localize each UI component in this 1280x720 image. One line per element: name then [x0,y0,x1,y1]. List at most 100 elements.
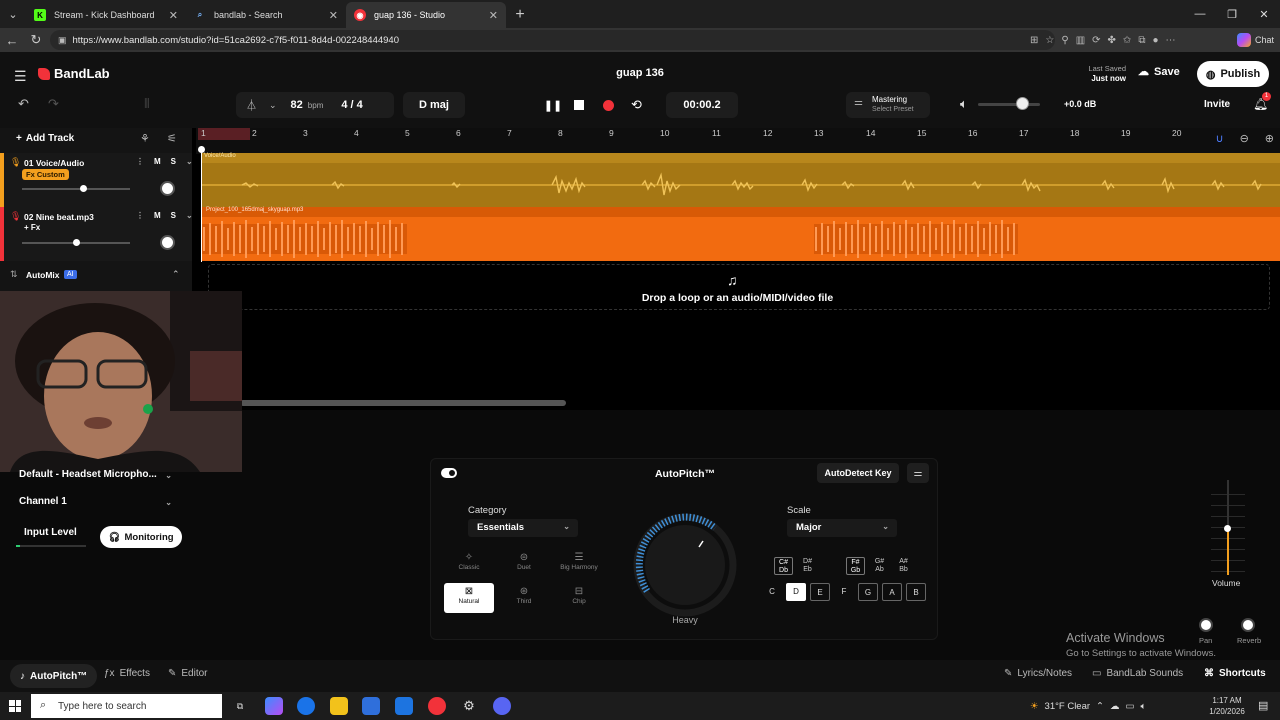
outlook-icon[interactable] [395,697,413,715]
collections-icon[interactable]: ⧉ [1138,35,1145,46]
playhead-line[interactable] [201,146,202,262]
track-header-beat[interactable]: 🎙︎ 02 Nine beat.mp3 ⋮ M S ⌄ + Fx [0,207,193,261]
back-arrow-icon[interactable]: ← [0,33,24,48]
extension-icon[interactable]: ⚲ [1061,35,1068,46]
close-window-icon[interactable]: ✕ [1248,0,1280,28]
key-e[interactable]: E [810,583,830,601]
track-pan-knob[interactable] [160,235,175,250]
category-select[interactable]: Essentials ⌄ [468,519,578,537]
autodetect-key-button[interactable]: AutoDetect Key [817,463,899,483]
autopitch-toggle[interactable] [441,468,457,478]
key-b[interactable]: B [906,583,926,601]
tray-chevron-icon[interactable]: ⌃ [1096,701,1104,712]
expand-chevron-icon[interactable]: ⌄ [186,157,193,166]
shortcuts-button[interactable]: ⌘ Shortcuts [1204,668,1266,679]
new-tab-plus-icon[interactable]: + [506,2,534,28]
scale-select[interactable]: Major ⌄ [787,519,897,537]
add-fx-button[interactable]: + Fx [24,223,40,232]
preset-classic[interactable]: ✧ Classic [444,549,494,579]
audio-clip-beat[interactable]: Project_100_165dmaj_skyguap.mp3 [202,207,1280,261]
edge-browser-icon[interactable] [297,697,315,715]
more-menu-icon[interactable]: ⋯ [1166,35,1176,46]
key-g[interactable]: G [858,583,878,601]
refresh-page-icon[interactable]: ⟳ [1092,35,1100,46]
file-explorer-icon[interactable] [330,697,348,715]
metronome-icon[interactable]: ⏃ [246,97,257,113]
stop-icon[interactable] [574,100,584,110]
track-volume-slider[interactable] [22,188,130,190]
discord-icon[interactable] [493,697,511,715]
bandlab-logo[interactable]: BandLab [38,66,110,81]
key-f-sharp[interactable]: F# Gb [846,557,865,575]
preset-big-harmony[interactable]: ☰ Big Harmony [554,549,604,579]
master-volume-slider[interactable] [978,103,1040,106]
profile-avatar-icon[interactable]: ● [1152,35,1158,46]
track-volume-handle[interactable] [80,185,87,192]
collapse-chevron-icon[interactable]: ⌃ [172,269,180,280]
url-field[interactable]: ▣ https://www.bandlab.com/studio?id=51ca… [50,30,1055,50]
weather-text[interactable]: 31°F Clear [1045,701,1091,712]
tuner-icon[interactable]: ⚘ [140,132,150,145]
preset-chip[interactable]: ⊟ Chip [554,583,604,613]
tab-actions-chevron-icon[interactable]: ⌄ [0,0,26,28]
extensions-puzzle-icon[interactable]: ✤ [1108,35,1116,46]
split-screen-icon[interactable]: ▥ [1076,35,1085,46]
maximize-icon[interactable]: ❐ [1216,0,1248,28]
track-menu-icon[interactable]: ⋮ [136,157,144,166]
key-a[interactable]: A [882,583,902,601]
track-menu-icon[interactable]: ⋮ [136,211,144,220]
save-button[interactable]: ☁ Save [1138,65,1180,79]
mute-button[interactable]: M [154,157,161,166]
mastering-button[interactable]: ⚌ Mastering Select Preset [846,92,930,118]
settings-gear-icon[interactable]: ⚙ [460,697,478,715]
volume-fader-handle[interactable] [1224,525,1231,532]
track-name[interactable]: 02 Nine beat.mp3 [24,212,94,222]
amount-dial[interactable] [631,511,739,619]
pan-knob[interactable] [1199,618,1213,632]
input-device-select[interactable]: Default - Headset Micropho... ⌄ [10,469,178,487]
key-c[interactable]: C [762,583,782,601]
preset-natural[interactable]: ⊠ Natural [444,583,494,613]
add-track-button[interactable]: + Add Track [16,133,74,144]
close-tab-icon[interactable]: ✕ [329,9,338,22]
expand-chevron-icon[interactable]: ⌄ [186,211,193,220]
task-view-icon[interactable]: ⧉ [231,697,249,715]
time-signature[interactable]: 4 / 4 [341,99,362,111]
reverb-knob[interactable] [1241,618,1255,632]
notification-center-icon[interactable]: ▤ [1258,699,1268,712]
record-icon[interactable] [603,99,614,111]
undo-icon[interactable]: ↶ [18,96,29,112]
solo-button[interactable]: S [171,157,176,166]
browser-tab-studio[interactable]: ◉ guap 136 - Studio ✕ [346,2,506,28]
tab-effects[interactable]: ƒx Effects [104,668,150,679]
favorites-icon[interactable]: ✩ [1123,35,1131,46]
copilot-app-icon[interactable] [265,697,283,715]
copilot-chat-button[interactable]: Chat [1236,31,1274,49]
monitoring-button[interactable]: 🎧︎ Monitoring [100,526,182,548]
lyrics-notes-button[interactable]: ✎ Lyrics/Notes [1004,668,1072,679]
tab-editor[interactable]: ✎ Editor [168,668,208,679]
track-name[interactable]: 01 Voice/Audio [24,158,84,168]
loop-icon[interactable]: ⟲ [631,97,642,113]
metronome-options-chevron-icon[interactable]: ⌄ [269,100,277,111]
close-tab-icon[interactable]: ✕ [489,9,498,22]
site-info-icon[interactable]: ▣ [58,35,67,46]
key-g-sharp[interactable]: G# Ab [870,557,889,575]
reload-icon[interactable]: ↻ [24,32,48,48]
track-header-voice[interactable]: 🎙︎ 01 Voice/Audio ⋮ M S ⌄ Fx Custom [0,153,193,207]
tab-autopitch[interactable]: ♪ AutoPitch™ [10,664,98,688]
windows-start-icon[interactable] [9,700,21,712]
fx-preset-badge[interactable]: Fx Custom [22,169,69,180]
mute-button[interactable]: M [154,211,161,220]
taskbar-search-box[interactable]: ⌕ Type here to search [31,694,222,718]
speaker-mute-icon[interactable]: 🔈︎ [960,96,968,112]
store-icon[interactable] [362,697,380,715]
bpm-value[interactable]: 82 [291,99,303,111]
publish-button[interactable]: ◍ Publish [1197,61,1269,87]
hamburger-menu-icon[interactable]: ☰ [14,68,28,85]
timeline-ruler[interactable]: 1 2 3 4 5 6 7 8 9 10 11 12 13 14 15 16 1… [196,128,1280,154]
key-f[interactable]: F [834,583,854,601]
browser-tab-kick[interactable]: K Stream - Kick Dashboard ✕ [26,2,186,28]
timeline-scrollbar[interactable] [240,400,566,406]
volume-icon[interactable]: 🔈︎ [1141,701,1147,712]
